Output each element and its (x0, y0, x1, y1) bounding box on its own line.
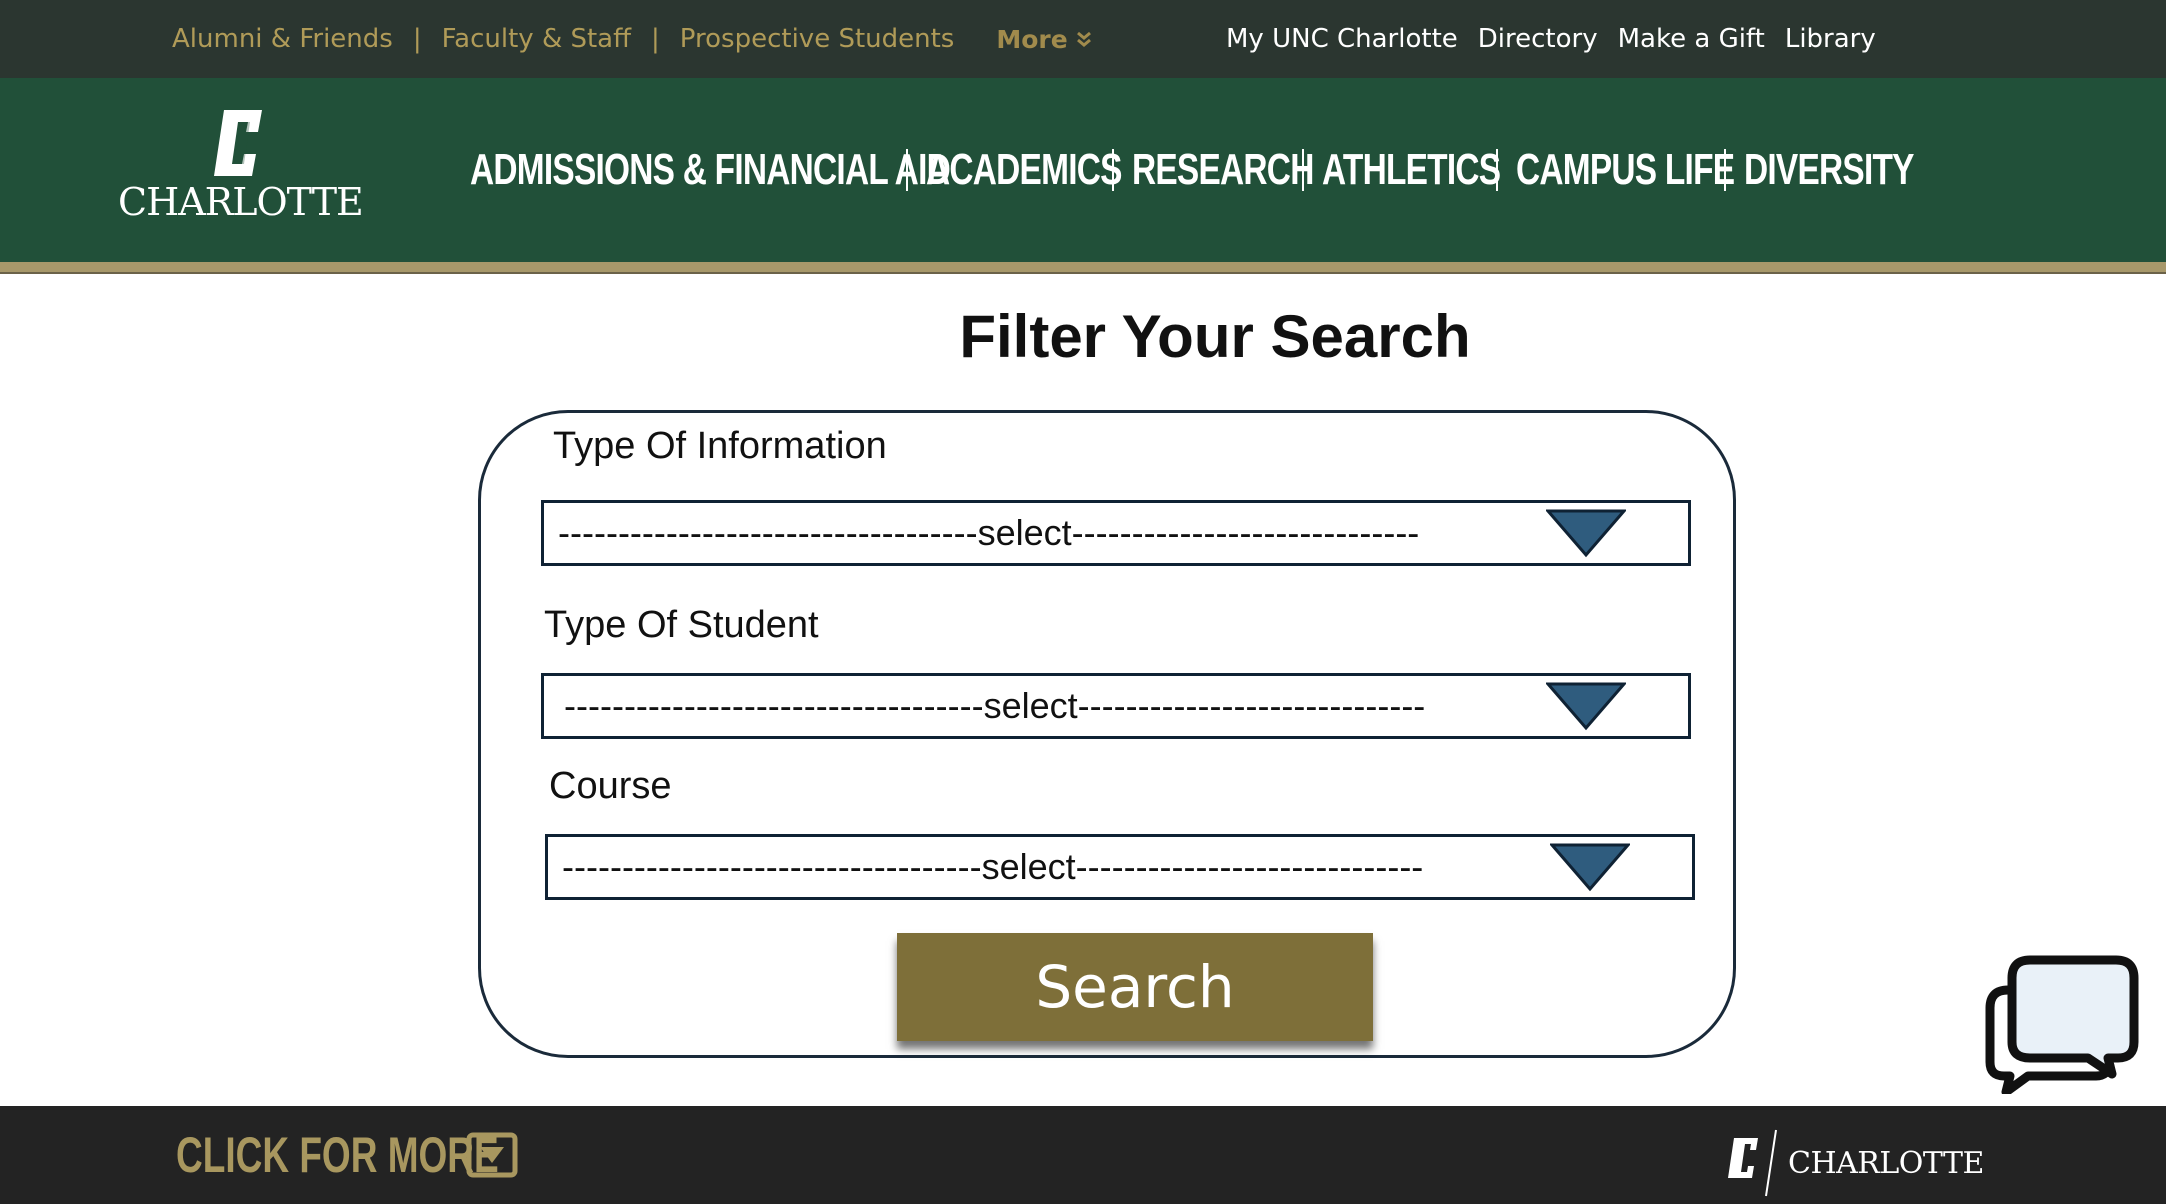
type-of-information-label: Type Of Information (553, 425, 887, 467)
audience-nav: Alumni & Friends | Faculty & Staff | Pro… (172, 0, 1092, 78)
search-button[interactable]: Search (897, 933, 1373, 1041)
select-value: -----------------------------------selec… (564, 685, 1426, 726)
type-of-student-select[interactable]: -----------------------------------selec… (541, 673, 1691, 739)
nav-academics[interactable]: ACADEMICS (926, 145, 1122, 195)
divider: | (412, 24, 422, 54)
footer-bar: CLICK FOR MORE CHARLOTTE (0, 1106, 2166, 1204)
dropdown-arrow-icon (1546, 682, 1626, 731)
select-value: -----------------------------------selec… (558, 512, 1420, 553)
header-gold-stripe (0, 262, 2166, 274)
link-alumni-friends[interactable]: Alumni & Friends (172, 24, 393, 54)
nav-research[interactable]: RESEARCH (1132, 145, 1314, 195)
charlotte-logo[interactable]: CHARLOTTE (118, 108, 364, 228)
primary-nav: ADMISSIONS & FINANCIAL AID ACADEMICS RES… (470, 78, 1914, 262)
type-of-information-select[interactable]: -----------------------------------selec… (541, 500, 1691, 566)
nav-diversity[interactable]: DIVERSITY (1744, 145, 1914, 195)
link-faculty-staff[interactable]: Faculty & Staff (442, 24, 631, 54)
link-my-unc-charlotte[interactable]: My UNC Charlotte (1226, 24, 1458, 54)
charlotte-c-icon (214, 110, 262, 176)
page-title: Filter Your Search (959, 303, 1471, 370)
link-make-a-gift[interactable]: Make a Gift (1618, 24, 1765, 54)
click-for-more-label: CLICK FOR MORE (176, 1127, 499, 1183)
link-directory[interactable]: Directory (1478, 24, 1598, 54)
nav-admissions-financial-aid[interactable]: ADMISSIONS & FINANCIAL AID (470, 145, 951, 195)
dropdown-arrow-icon (1550, 843, 1630, 892)
more-menu-button[interactable]: More (996, 25, 1091, 54)
utility-bar: Alumni & Friends | Faculty & Staff | Pro… (0, 0, 2166, 78)
more-label: More (996, 24, 1068, 54)
select-value: -----------------------------------selec… (562, 846, 1424, 887)
nav-campus-life[interactable]: CAMPUS LIFE (1516, 145, 1735, 195)
link-prospective-students[interactable]: Prospective Students (680, 24, 955, 54)
logo-wordmark: CHARLOTTE (118, 180, 364, 224)
footer-logo-wordmark: CHARLOTTE (1788, 1145, 1984, 1181)
divider: | (651, 24, 660, 54)
link-library[interactable]: Library (1785, 24, 1876, 54)
nav-athletics[interactable]: ATHLETICS (1322, 145, 1501, 195)
double-chevron-down-icon (1076, 31, 1091, 47)
quick-links: My UNC Charlotte Directory Make a Gift L… (1226, 0, 1896, 78)
charlotte-c-icon (1728, 1129, 1777, 1197)
main-header: CHARLOTTE ADMISSIONS & FINANCIAL AID ACA… (0, 78, 2166, 262)
course-select[interactable]: -----------------------------------selec… (545, 834, 1695, 900)
course-label: Course (549, 765, 672, 807)
dropdown-arrow-icon (1546, 509, 1626, 558)
click-for-more-button[interactable]: CLICK FOR MORE (176, 1106, 518, 1204)
chat-icon[interactable] (1984, 954, 2140, 1094)
footer-charlotte-logo[interactable]: CHARLOTTE (1726, 1128, 1984, 1198)
type-of-student-label: Type Of Student (544, 604, 819, 646)
